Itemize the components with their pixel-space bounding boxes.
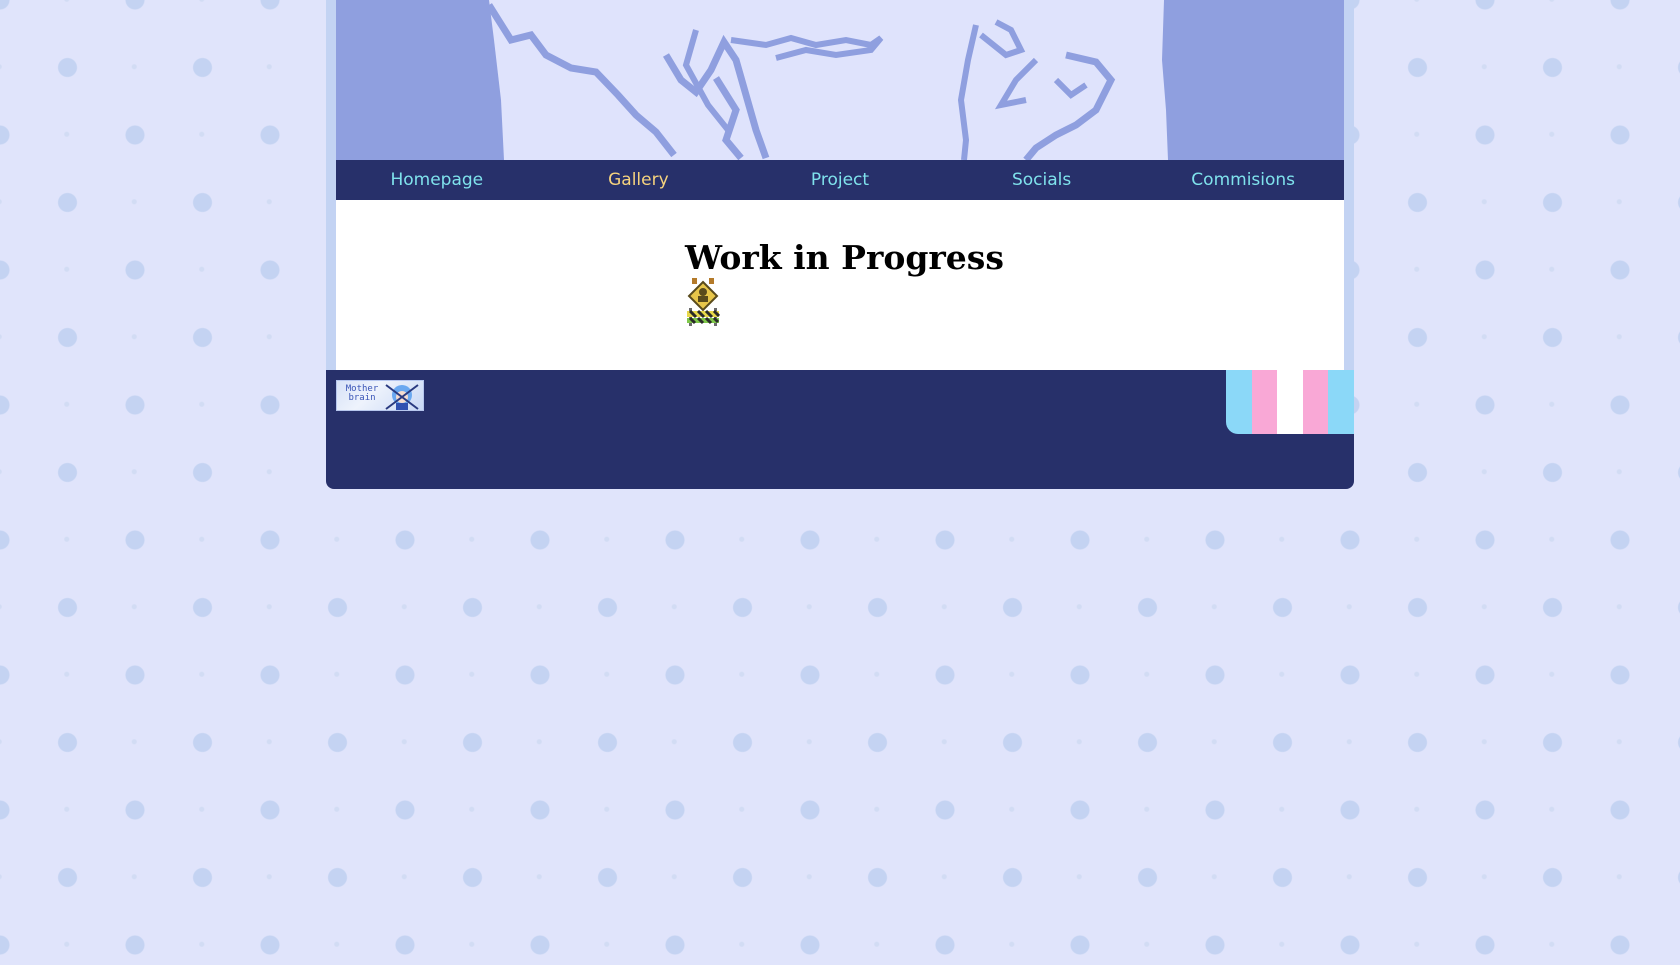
flag-stripe-1	[1226, 370, 1252, 434]
under-construction-sign-icon	[687, 278, 720, 326]
header-banner	[336, 0, 1344, 160]
nav-homepage[interactable]: Homepage	[336, 170, 537, 190]
flag-stripe-3	[1277, 370, 1303, 434]
character-icon	[385, 384, 419, 410]
flag-stripe-2	[1251, 370, 1278, 434]
nav-commisions[interactable]: Commisions	[1143, 170, 1344, 190]
flag-stripe-5	[1328, 370, 1354, 434]
main-content: Work in Progress	[336, 200, 1344, 370]
pride-flag	[1226, 370, 1354, 434]
page-container: Homepage Gallery Project Socials Commisi…	[326, 0, 1354, 489]
nav-project[interactable]: Project	[739, 170, 940, 190]
main-nav: Homepage Gallery Project Socials Commisi…	[336, 160, 1344, 200]
mother-brain-badge[interactable]: Mother brain	[336, 380, 424, 411]
banner-artwork	[336, 0, 1344, 160]
badge-label: Mother brain	[345, 384, 379, 403]
nav-socials[interactable]: Socials	[941, 170, 1142, 190]
page-title: Work in Progress	[685, 238, 1004, 277]
flag-stripe-4	[1302, 370, 1329, 434]
nav-gallery[interactable]: Gallery	[538, 170, 739, 190]
